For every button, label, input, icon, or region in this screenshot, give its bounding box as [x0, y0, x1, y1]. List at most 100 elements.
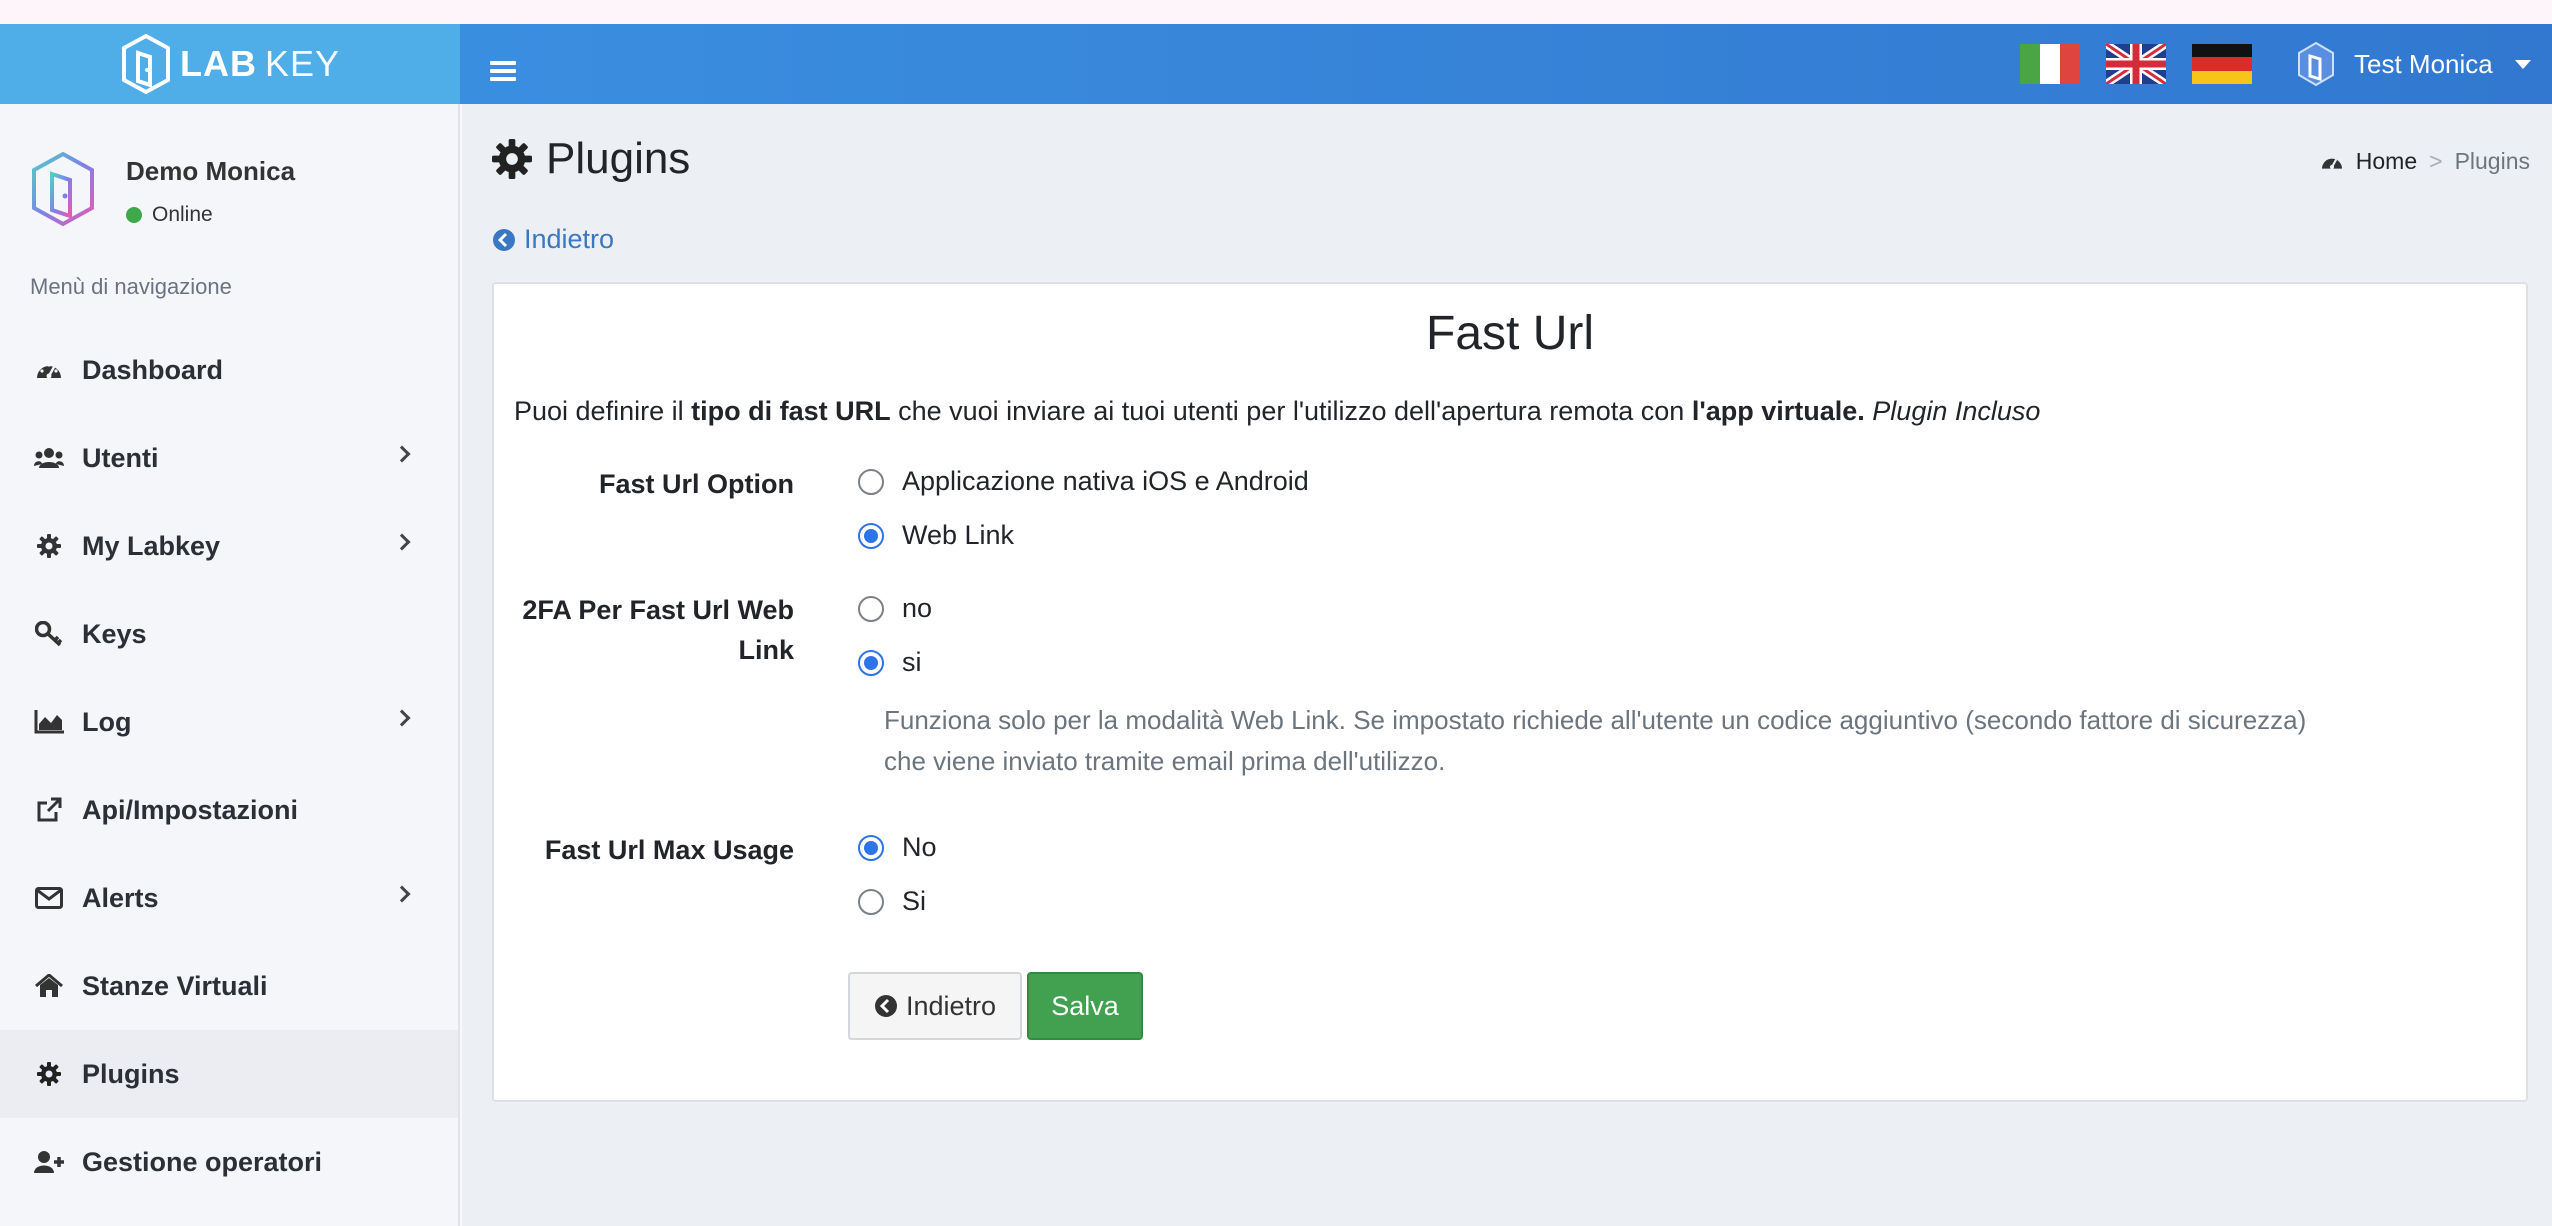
sidebar-item-my-labkey[interactable]: My Labkey [0, 502, 458, 590]
users-icon [34, 443, 64, 473]
status-dot-icon [126, 207, 142, 223]
chevron-right-icon [393, 885, 411, 903]
chart-area-icon [34, 707, 64, 737]
chevron-circle-left-icon [874, 995, 897, 1017]
chevron-right-icon [393, 533, 411, 551]
sidebar-item-keys[interactable]: Keys [0, 590, 458, 678]
logo: LAB KEY [120, 33, 340, 95]
chevron-down-icon [2514, 59, 2531, 69]
flag-it-icon[interactable] [2020, 44, 2080, 84]
sidebar-item-plugins[interactable]: Plugins [0, 1030, 458, 1118]
radio-label: Web Link [902, 520, 1015, 550]
desc-text-1: Puoi definire il [514, 396, 692, 426]
sidebar-item-log[interactable]: Log [0, 678, 458, 766]
key-icon [34, 619, 64, 649]
envelope-icon [34, 883, 64, 913]
radio-button-selected[interactable] [858, 834, 884, 861]
desc-text-3: che vuoi inviare ai tuoi utenti per l'ut… [890, 396, 1692, 426]
nav-menu: Dashboard Utenti My Labkey Keys Log Api/… [0, 326, 458, 1206]
user-avatar-icon [2298, 41, 2334, 87]
radio-button[interactable] [858, 595, 884, 622]
sidebar-item-api-impostazioni[interactable]: Api/Impostazioni [0, 766, 458, 854]
card-title: Fast Url [1426, 307, 1594, 360]
main-content: Plugins Home > Plugins Indietro Fast Url… [462, 104, 2552, 1226]
nav-menu-header: Menù di navigazione [30, 274, 232, 299]
twofa-label-line2: Link [738, 635, 794, 665]
menu-toggle-icon[interactable] [490, 61, 516, 81]
radio-label: No [902, 832, 937, 862]
labkey-logo-icon [121, 33, 170, 95]
desc-text-5: Plugin Incluso [1864, 396, 2041, 426]
sidebar-item-gestione-operatori[interactable]: Gestione operatori [0, 1118, 458, 1206]
fast-url-option-label: Fast Url Option [599, 469, 794, 499]
gear-icon [34, 1059, 64, 1089]
radio-twofa-no[interactable]: no [858, 593, 932, 624]
sidebar-item-label: My Labkey [82, 530, 221, 561]
sidebar-item-label: Plugins [82, 1058, 180, 1089]
external-link-icon [34, 795, 64, 825]
online-status: Online [126, 203, 295, 227]
user-panel: Demo Monica Online [30, 150, 295, 228]
sidebar-item-alerts[interactable]: Alerts [0, 854, 458, 942]
breadcrumb-separator: > [2429, 148, 2443, 174]
status-text: Online [152, 203, 213, 226]
back-button[interactable]: Indietro [848, 972, 1022, 1040]
dashboard-icon [34, 355, 64, 385]
max-usage-label: Fast Url Max Usage [544, 835, 794, 865]
gear-icon [492, 139, 532, 179]
flag-uk-icon[interactable] [2106, 44, 2166, 84]
sidebar-item-dashboard[interactable]: Dashboard [0, 326, 458, 414]
twofa-help-line2: che viene inviato tramite email prima de… [884, 746, 1446, 776]
radio-max-usage-no[interactable]: No [858, 832, 937, 863]
desc-text-2: tipo di fast URL [691, 396, 891, 426]
sidebar-item-label: Utenti [82, 442, 159, 473]
sidebar-item-stanze-virtuali[interactable]: Stanze Virtuali [0, 942, 458, 1030]
brand-logo[interactable]: LAB KEY [0, 24, 460, 104]
sidebar-item-label: Log [82, 706, 132, 737]
chevron-circle-left-icon [493, 228, 515, 251]
radio-label: no [902, 593, 933, 623]
chevron-right-icon [393, 709, 411, 727]
radio-button-selected[interactable] [858, 649, 884, 676]
gear-icon [34, 531, 64, 561]
radio-button-selected[interactable] [858, 522, 884, 549]
sidebar-item-label: Dashboard [82, 354, 224, 385]
radio-label: Applicazione nativa iOS e Android [902, 466, 1309, 496]
back-button-label: Indietro [905, 990, 997, 1021]
radio-label: Si [902, 886, 927, 916]
logo-text-bold: LAB [179, 43, 257, 84]
top-strip [0, 0, 2552, 24]
top-navbar: Test Monica [460, 24, 2552, 104]
radio-option-native-app[interactable]: Applicazione nativa iOS e Android [858, 466, 1309, 497]
logo-text-light: KEY [264, 43, 341, 84]
page-title: Plugins [492, 134, 690, 184]
flag-de-icon[interactable] [2192, 44, 2252, 84]
radio-option-web-link[interactable]: Web Link [858, 520, 1014, 551]
radio-button[interactable] [858, 888, 884, 915]
sidebar-item-label: Alerts [82, 882, 159, 913]
radio-max-usage-si[interactable]: Si [858, 886, 926, 917]
sidebar-item-label: Keys [82, 618, 147, 649]
breadcrumb-home[interactable]: Home [2356, 148, 2417, 175]
radio-label: si [902, 647, 922, 677]
user-menu[interactable]: Test Monica [2296, 34, 2531, 94]
twofa-help-line1: Funziona solo per la modalità Web Link. … [884, 705, 2307, 735]
back-link-label: Indietro [524, 224, 615, 254]
sidebar-item-label: Gestione operatori [82, 1146, 323, 1177]
radio-button[interactable] [858, 468, 884, 495]
sidebar-item-utenti[interactable]: Utenti [0, 414, 458, 502]
twofa-label-line1: 2FA Per Fast Url Web [522, 595, 794, 625]
fast-url-card: Fast Url Puoi definire il tipo di fast U… [492, 282, 2528, 1102]
page-title-text: Plugins [546, 134, 691, 183]
back-link[interactable]: Indietro [492, 224, 614, 255]
user-name: Test Monica [2354, 48, 2493, 79]
desc-text-4: l'app virtuale. [1691, 396, 1865, 426]
save-button[interactable]: Salva [1027, 972, 1143, 1040]
home-icon [34, 971, 64, 1001]
user-plus-icon [34, 1147, 64, 1177]
breadcrumb-current: Plugins [2454, 148, 2530, 174]
twofa-help-text: Funziona solo per la modalità Web Link. … [884, 700, 2344, 782]
avatar [32, 151, 94, 227]
radio-twofa-si[interactable]: si [858, 647, 922, 678]
sidebar-item-label: Api/Impostazioni [82, 794, 298, 825]
